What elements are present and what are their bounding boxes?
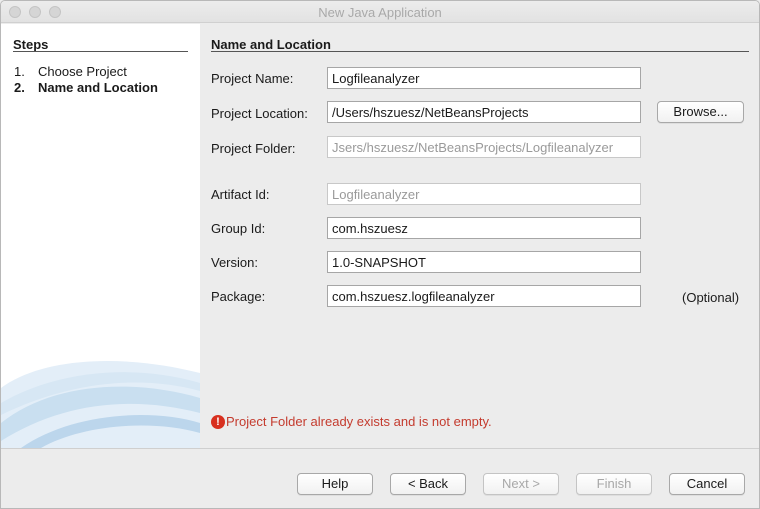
project-location-label: Project Location: [211,106,308,121]
button-bar-divider [1,448,759,449]
finish-button: Finish [576,473,652,495]
artifact-id-field: Logfileanalyzer [327,183,641,205]
group-id-field[interactable]: com.hszuesz [327,217,641,239]
package-optional-note: (Optional) [682,290,740,305]
project-name-label: Project Name: [211,71,294,86]
title-bar: New Java Application [1,1,759,23]
error-icon: ! [211,414,225,429]
step-name-and-location: 2. Name and Location [14,80,158,95]
version-label: Version: [211,255,258,270]
new-java-application-dialog: New Java Application Steps 1. Choose Proj… [0,0,760,509]
package-label: Package: [211,289,266,304]
error-message: ! Project Folder already exists and is n… [211,414,492,429]
steps-heading: Steps [13,37,49,52]
version-field[interactable]: 1.0-SNAPSHOT [327,251,641,273]
error-text: Project Folder already exists and is not… [226,414,492,429]
step-label: Choose Project [38,64,127,79]
netbeans-swoosh-graphic [1,361,200,448]
cancel-button[interactable]: Cancel [669,473,745,495]
package-field[interactable]: com.hszuesz.logfileanalyzer [327,285,641,307]
name-and-location-panel: Name and Location Project Name: Logfilea… [200,24,759,448]
step-number: 1. [14,64,25,79]
section-title: Name and Location [211,37,331,52]
project-location-field[interactable]: /Users/hszuesz/NetBeansProjects [327,101,641,123]
artifact-id-label: Artifact Id: [211,187,270,202]
steps-divider [13,51,188,52]
project-folder-field: Jsers/hszuesz/NetBeansProjects/Logfilean… [327,136,641,158]
step-number: 2. [14,80,25,95]
next-button: Next > [483,473,559,495]
window-title: New Java Application [318,5,442,20]
step-label: Name and Location [38,80,158,95]
project-folder-label: Project Folder: [211,141,296,156]
project-name-field[interactable]: Logfileanalyzer [327,67,641,89]
section-divider [211,51,749,52]
step-choose-project: 1. Choose Project [14,64,127,79]
group-id-label: Group Id: [211,221,266,236]
browse-button[interactable]: Browse... [657,101,744,123]
help-button[interactable]: Help [297,473,373,495]
steps-panel: Steps 1. Choose Project 2. Name and Locati… [1,24,200,448]
back-button[interactable]: < Back [390,473,466,495]
